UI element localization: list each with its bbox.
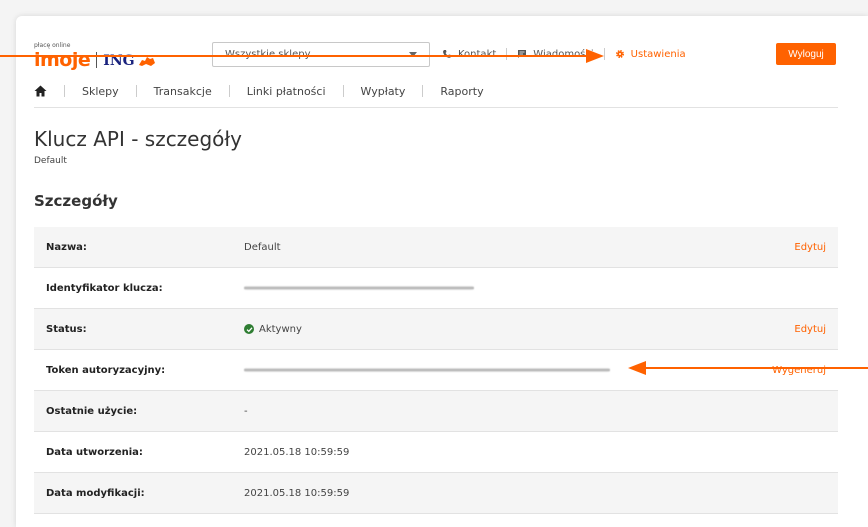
detail-value <box>244 286 474 290</box>
main-panel: płacę online imoje ING Wszystkie sklepy … <box>16 16 868 527</box>
page-subtitle: Default <box>34 156 67 166</box>
messages-link[interactable]: Wiadomości <box>517 48 594 60</box>
detail-row-last-used: Ostatnie użycie: - <box>34 391 838 432</box>
detail-value: - <box>244 405 248 417</box>
logo-tagline: płacę online <box>34 42 71 49</box>
edit-status-link[interactable]: Edytuj <box>794 324 826 335</box>
divider <box>506 48 508 60</box>
divider <box>64 85 65 97</box>
contact-link[interactable]: Kontakt <box>442 49 496 60</box>
detail-label: Data modyfikacji: <box>46 487 145 499</box>
detail-label: Nazwa: <box>46 241 87 253</box>
detail-label: Data utworzenia: <box>46 446 143 458</box>
divider <box>422 85 424 97</box>
check-circle-icon <box>244 324 254 334</box>
detail-label: Identyfikator klucza: <box>46 282 163 294</box>
masked-auth-token <box>244 368 610 372</box>
details-table: Nazwa: Default Edytuj Identyfikator kluc… <box>34 227 838 514</box>
detail-label: Status: <box>46 323 87 335</box>
detail-value: Aktywny <box>244 324 302 335</box>
nav-item-payment-links[interactable]: Linki płatności <box>247 85 326 98</box>
gear-icon <box>615 49 624 59</box>
phone-icon <box>443 50 451 58</box>
logo-ing: ING <box>103 53 135 69</box>
logo[interactable]: płacę online imoje ING <box>34 42 156 70</box>
divider <box>342 85 344 97</box>
detail-label: Ostatnie użycie: <box>46 405 138 417</box>
logo-imoje: imoje <box>34 49 91 71</box>
masked-key-id <box>244 286 474 290</box>
detail-label: Token autoryzacyjny: <box>46 364 166 376</box>
detail-value: 2021.05.18 10:59:59 <box>244 446 350 458</box>
logout-button[interactable]: Wyloguj <box>776 43 836 65</box>
divider <box>228 85 230 97</box>
messages-label: Wiadomości <box>533 48 594 60</box>
detail-value: Default <box>244 241 281 253</box>
detail-row-modified: Data modyfikacji: 2021.05.18 10:59:59 <box>34 473 838 514</box>
detail-row-created: Data utworzenia: 2021.05.18 10:59:59 <box>34 432 838 473</box>
contact-label: Kontakt <box>458 48 497 60</box>
nav-divider <box>34 107 838 108</box>
nav-item-transactions[interactable]: Transakcje <box>154 85 212 98</box>
section-title: Szczegóły <box>34 192 118 210</box>
divider <box>603 48 605 60</box>
chevron-down-icon <box>409 52 417 57</box>
page-title: Klucz API - szczegóły <box>34 127 242 151</box>
detail-row-auth-token: Token autoryzacyjny: Wygeneruj <box>34 350 838 391</box>
home-icon[interactable] <box>34 85 47 97</box>
ing-lion-icon <box>138 57 155 66</box>
nav-item-stores[interactable]: Sklepy <box>82 85 119 98</box>
main-nav: Sklepy Transakcje Linki płatności Wypłat… <box>34 82 484 100</box>
store-select-value: Wszystkie sklepy <box>225 49 311 60</box>
divider <box>135 85 137 97</box>
detail-row-name: Nazwa: Default Edytuj <box>34 227 838 268</box>
nav-item-payouts[interactable]: Wypłaty <box>361 85 406 98</box>
top-links: Kontakt Wiadomości Ustawienia <box>442 46 686 62</box>
settings-label: Ustawienia <box>630 48 686 60</box>
logo-divider <box>96 52 98 68</box>
status-value: Aktywny <box>259 323 302 335</box>
settings-link[interactable]: Ustawienia <box>615 49 686 60</box>
message-icon <box>518 50 527 58</box>
detail-value <box>244 368 610 372</box>
store-select[interactable]: Wszystkie sklepy <box>212 42 430 67</box>
nav-item-reports[interactable]: Raporty <box>440 85 483 98</box>
detail-row-key-id: Identyfikator klucza: <box>34 268 838 309</box>
regenerate-token-link[interactable]: Wygeneruj <box>772 365 826 376</box>
detail-row-status: Status: Aktywny Edytuj <box>34 309 838 350</box>
detail-value: 2021.05.18 10:59:59 <box>244 487 350 499</box>
edit-name-link[interactable]: Edytuj <box>794 242 826 253</box>
